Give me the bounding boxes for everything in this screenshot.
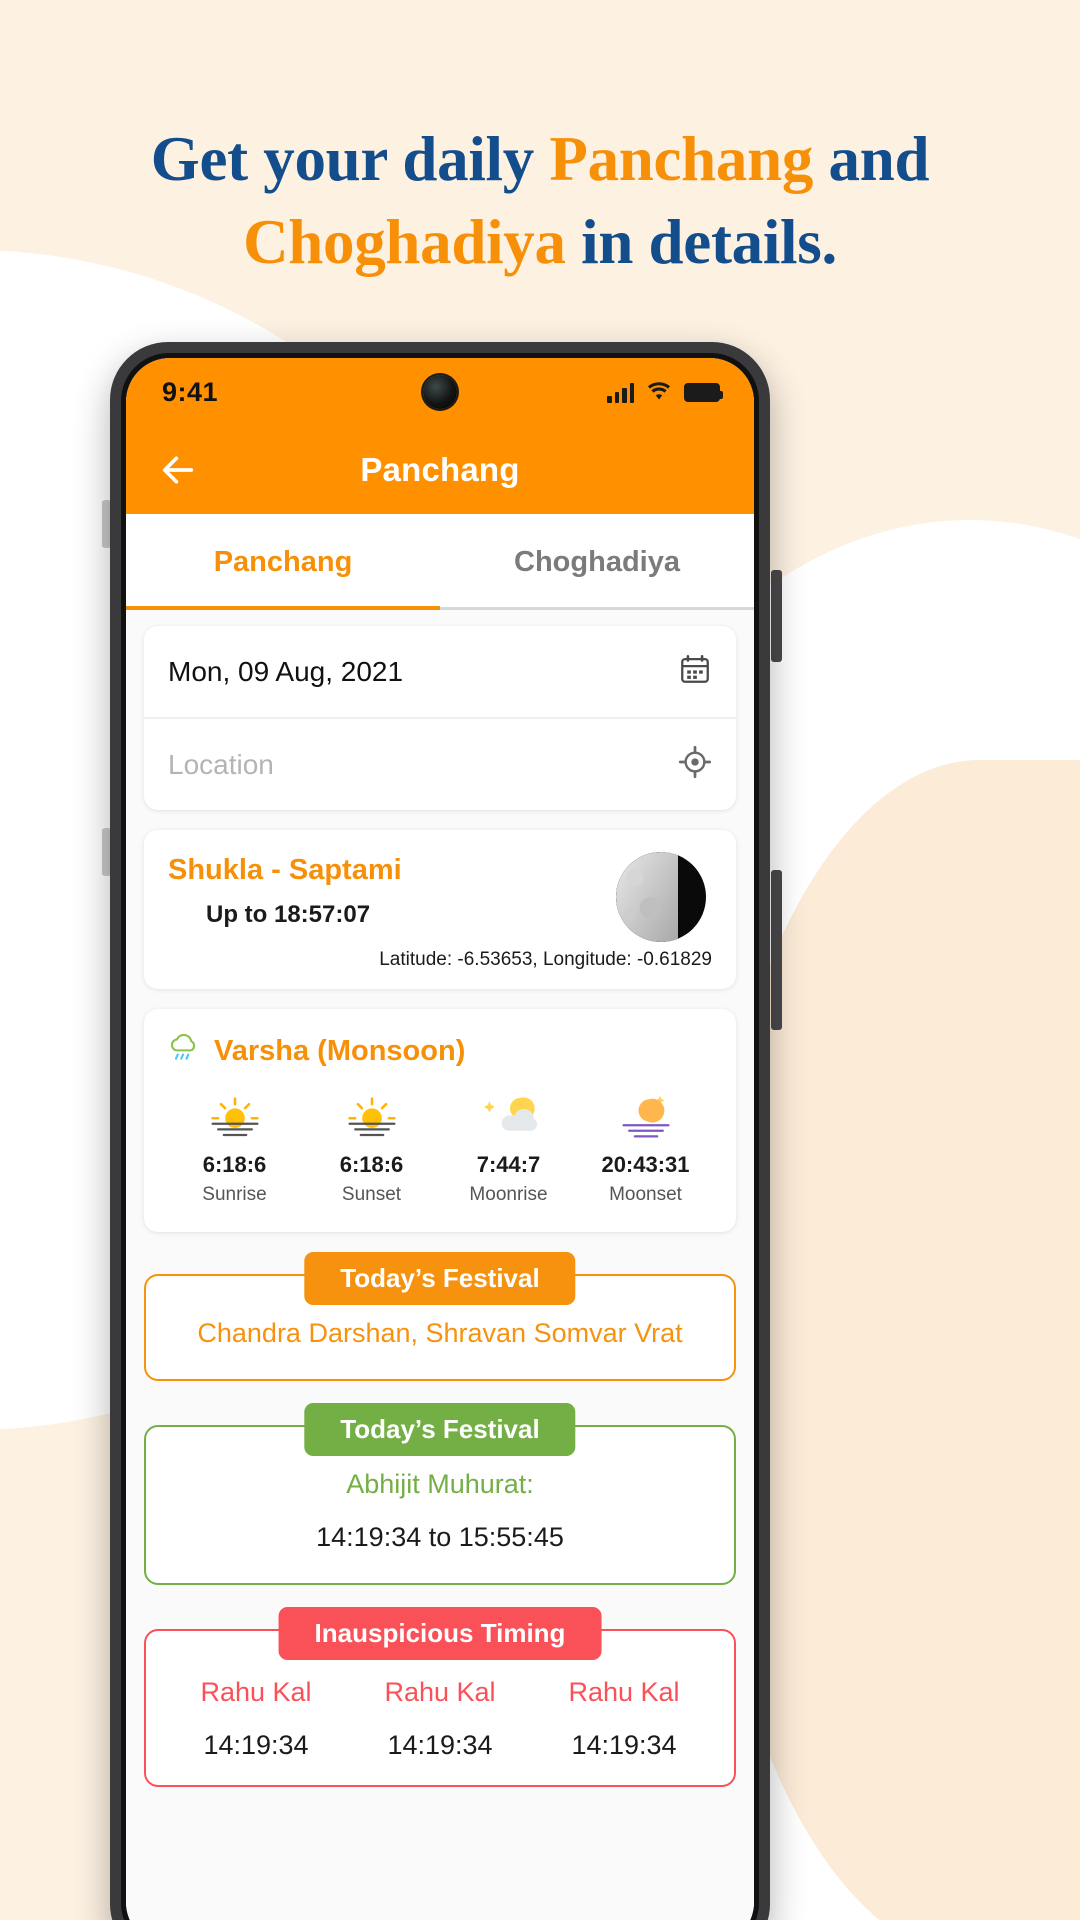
rahu-kal-column-2: Rahu Kal 14:19:34 <box>348 1677 532 1761</box>
tab-panchang[interactable]: Panchang <box>126 514 440 610</box>
headline-highlight-panchang: Panchang <box>549 124 814 194</box>
status-bar-time: 9:41 <box>162 376 219 407</box>
tab-bar: Panchang Choghadiya <box>126 514 754 610</box>
phone-mockup: 9:41 Panchang Panchang Choghadiya Mon, 0… <box>110 342 770 1920</box>
headline-text-1: Get your daily <box>150 124 550 194</box>
date-field-row[interactable]: Mon, 09 Aug, 2021 <box>144 626 736 717</box>
gps-target-icon[interactable] <box>678 745 712 784</box>
wifi-icon <box>646 382 672 402</box>
headline-highlight-choghadiya: Choghadiya <box>243 207 566 278</box>
tab-active-indicator <box>126 606 440 610</box>
muhurat-label: Abhijit Muhurat: <box>346 1469 534 1499</box>
rahu-kal-time-3: 14:19:34 <box>571 1730 677 1760</box>
inauspicious-timing-block: Inauspicious Timing Rahu Kal 14:19:34 Ra… <box>144 1607 736 1787</box>
inauspicious-chip: Inauspicious Timing <box>278 1607 602 1660</box>
rahu-kal-column-3: Rahu Kal 14:19:34 <box>532 1677 716 1761</box>
page-headline: Get your daily Panchang and Choghadiya i… <box>0 118 1080 284</box>
sunset-label: Sunset <box>341 1184 402 1205</box>
sun-moon-times-row: 6:18:6 Sunrise 6:18:6 Sunset 7:44:7 Moon… <box>166 1086 714 1206</box>
status-bar: 9:41 <box>126 358 754 426</box>
sunrise-item: 6:18:6 Sunrise <box>166 1086 303 1206</box>
season-header: Varsha (Monsoon) <box>166 1031 714 1072</box>
sunset-item: 6:18:6 Sunset <box>303 1086 440 1206</box>
rain-cloud-icon <box>166 1031 202 1072</box>
phone-bezel: 9:41 Panchang Panchang Choghadiya Mon, 0… <box>121 353 759 1920</box>
headline-text-3: in details. <box>565 207 837 278</box>
headline-line-2: Choghadiya in details. <box>0 201 1080 284</box>
rahu-kal-name-2: Rahu Kal <box>384 1677 496 1707</box>
moonset-item: 20:43:31 Moonset <box>577 1086 714 1206</box>
rahu-kal-time-1: 14:19:34 <box>203 1730 309 1760</box>
location-input[interactable]: Location <box>168 749 274 781</box>
sunrise-label: Sunrise <box>202 1184 267 1205</box>
moonrise-icon <box>440 1086 577 1142</box>
rahu-kal-column-1: Rahu Kal 14:19:34 <box>164 1677 348 1761</box>
rahu-kal-time-2: 14:19:34 <box>387 1730 493 1760</box>
back-arrow-icon[interactable] <box>156 448 200 492</box>
signal-icon <box>607 381 634 403</box>
todays-festival-block: Today’s Festival Chandra Darshan, Shrava… <box>144 1252 736 1381</box>
headline-line-1: Get your daily Panchang and <box>0 118 1080 201</box>
rahu-kal-name-1: Rahu Kal <box>200 1677 312 1707</box>
status-bar-icons <box>607 381 723 403</box>
date-value: Mon, 09 Aug, 2021 <box>168 655 404 687</box>
headline-text-2: and <box>813 124 930 194</box>
festival-chip: Today’s Festival <box>304 1252 576 1305</box>
tithi-card: Shukla - Saptami Up to 18:57:07 Latitude… <box>144 830 736 989</box>
tab-choghadiya[interactable]: Choghadiya <box>440 514 754 610</box>
rahu-kal-name-3: Rahu Kal <box>568 1677 680 1707</box>
moonset-icon <box>577 1086 714 1142</box>
muhurat-chip: Today’s Festival <box>304 1403 576 1456</box>
sunrise-icon <box>166 1086 303 1142</box>
phone-power-button <box>771 870 782 1030</box>
moonset-value: 20:43:31 <box>601 1152 690 1177</box>
sunrise-value: 6:18:6 <box>202 1152 267 1177</box>
moonrise-label: Moonrise <box>469 1184 548 1205</box>
moonrise-value: 7:44:7 <box>476 1152 541 1177</box>
panchang-content[interactable]: Mon, 09 Aug, 2021 Location Shukla - Sapt… <box>126 610 754 1920</box>
season-card: Varsha (Monsoon) 6:18:6 Sunrise 6:18:6 S… <box>144 1009 736 1232</box>
app-bar: Panchang <box>126 426 754 514</box>
phone-screen: 9:41 Panchang Panchang Choghadiya Mon, 0… <box>126 358 754 1920</box>
moonrise-item: 7:44:7 Moonrise <box>440 1086 577 1206</box>
sunset-icon <box>303 1086 440 1142</box>
festival-text: Chandra Darshan, Shravan Somvar Vrat <box>197 1318 683 1348</box>
calendar-icon[interactable] <box>678 652 712 691</box>
muhurat-time: 14:19:34 to 15:55:45 <box>316 1522 564 1552</box>
location-field-row[interactable]: Location <box>144 717 736 810</box>
battery-icon <box>684 382 723 402</box>
rahu-kal-row: Rahu Kal 14:19:34 Rahu Kal 14:19:34 Rahu… <box>164 1677 716 1761</box>
moon-phase-icon <box>616 852 706 942</box>
moonset-label: Moonset <box>609 1184 682 1205</box>
coordinates-text: Latitude: -6.53653, Longitude: -0.61829 <box>379 949 712 970</box>
auspicious-timing-block: Today’s Festival Abhijit Muhurat: 14:19:… <box>144 1403 736 1585</box>
sunset-value: 6:18:6 <box>339 1152 404 1177</box>
front-camera-punch-hole <box>423 375 457 409</box>
season-name: Varsha (Monsoon) <box>214 1035 466 1067</box>
page-title: Panchang <box>360 451 520 488</box>
phone-volume-button <box>771 570 782 662</box>
date-location-card: Mon, 09 Aug, 2021 Location <box>144 626 736 810</box>
